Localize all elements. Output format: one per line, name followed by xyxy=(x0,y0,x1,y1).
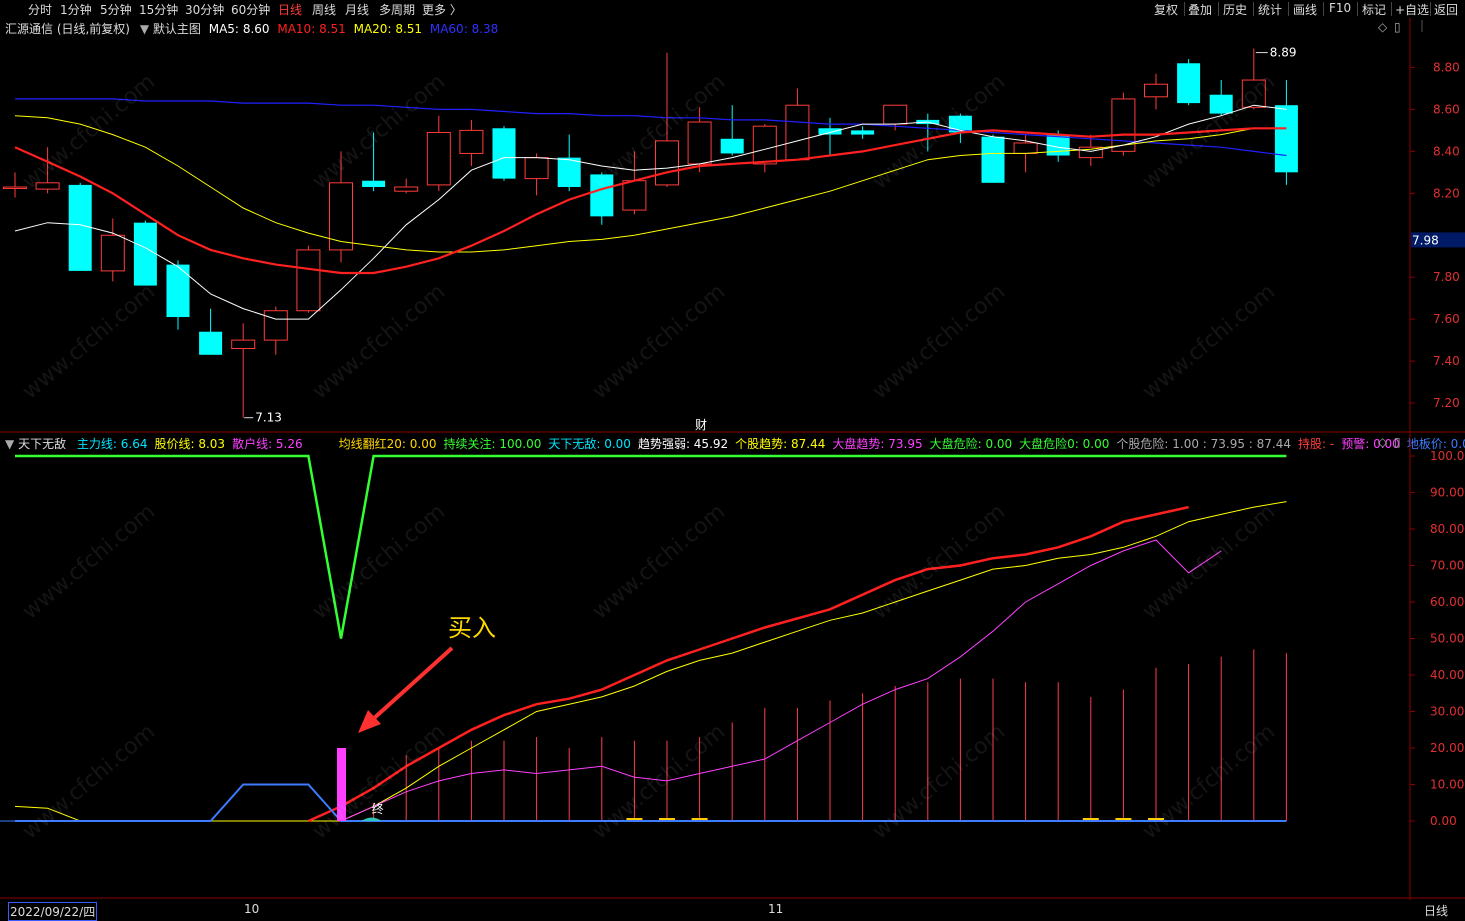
indicator-tick-label: 10.00 xyxy=(1430,778,1464,792)
high-price-label: 8.89 xyxy=(1270,46,1297,60)
watermark-text: www.cfchi.com xyxy=(18,499,160,624)
candle-body-down xyxy=(1177,63,1201,104)
watermark-text: www.cfchi.com xyxy=(588,719,730,844)
cursor-date: 2022/09/22/四 xyxy=(8,902,98,921)
diamond-icon: ◇ xyxy=(1378,20,1388,34)
candle-body-up xyxy=(100,234,125,272)
stock-chart[interactable]: 8.808.608.408.207.807.607.407.207.98100.… xyxy=(0,0,1465,920)
candle-body-up xyxy=(622,180,647,211)
month-label-11: 11 xyxy=(768,902,784,916)
price-tick-label: 8.40 xyxy=(1433,144,1460,158)
price-tick-label: 7.80 xyxy=(1433,270,1460,284)
watermark-text: www.cfchi.com xyxy=(588,499,730,624)
indicator-marks xyxy=(0,454,1287,823)
candle-body-down xyxy=(981,136,1005,183)
price-tick-label: 8.20 xyxy=(1433,186,1460,200)
date-axis-bar: 2022/09/22/四 10 11 日线 xyxy=(0,900,1465,921)
square-icon-2: ▯ xyxy=(1394,435,1401,449)
end-label: 终 xyxy=(372,801,384,816)
candle-body-up xyxy=(1013,142,1038,154)
watermark-text: www.cfchi.com xyxy=(1138,719,1280,844)
price-tick-label: 8.60 xyxy=(1433,102,1460,116)
candle-body-up xyxy=(1144,83,1168,98)
watermark-text: www.cfchi.com xyxy=(18,719,160,844)
candle-body-down xyxy=(362,180,386,188)
watermark-text: www.cfchi.com xyxy=(308,499,450,624)
indicator-tick-label: 60.00 xyxy=(1430,595,1464,609)
candle-body-up xyxy=(752,125,777,165)
end-bump xyxy=(361,817,382,821)
candle-body-up xyxy=(296,249,321,312)
watermark-text: www.cfchi.com xyxy=(18,279,160,404)
candle-body-down xyxy=(492,128,516,179)
candle-body-down xyxy=(557,157,581,188)
candle-body-up xyxy=(459,129,484,154)
green-attention-line xyxy=(15,454,1287,639)
watermark-text: www.cfchi.com xyxy=(308,719,450,844)
magenta-market-line xyxy=(340,539,1222,822)
candle-body-down xyxy=(818,128,842,135)
candle-body-up xyxy=(263,310,288,341)
indicator-tick-label: 50.00 xyxy=(1430,632,1464,646)
square-icon: ▯ xyxy=(1394,20,1401,34)
indicator-tick-label: 70.00 xyxy=(1430,559,1464,573)
low-price-label: 7.13 xyxy=(255,411,282,425)
red-trend-line xyxy=(307,505,1189,823)
candle-body-up xyxy=(883,104,908,125)
cai-marker: 财 xyxy=(695,418,707,432)
month-label-10: 10 xyxy=(244,902,260,916)
candle-body-down xyxy=(851,130,875,135)
candle-body-down xyxy=(133,222,157,286)
watermark-text: www.cfchi.com xyxy=(588,279,730,404)
watermark-text: www.cfchi.com xyxy=(1138,499,1280,624)
watermark-text: www.cfchi.com xyxy=(18,69,160,194)
price-tick-label: 7.20 xyxy=(1433,396,1460,410)
candle-body-up xyxy=(231,339,256,349)
price-tick-label: 8.80 xyxy=(1433,60,1460,74)
axes: 8.80 8.60 8.40 8.20 7.80 7.60 7.40 7.20 7.98 100.… xyxy=(1410,20,1465,828)
candle-body-up xyxy=(785,104,810,161)
candle-body-down xyxy=(68,184,92,271)
candle-body-up xyxy=(524,157,549,180)
candle-body-up xyxy=(3,186,27,190)
watermark-text: www.cfchi.com xyxy=(1138,279,1280,404)
indicator-tick-label: 100.0 xyxy=(1430,449,1464,463)
candle-body-down xyxy=(166,264,190,318)
watermark-text: www.cfchi.com xyxy=(308,279,450,404)
candle-body-down xyxy=(720,138,744,154)
watermark-text: www.cfchi.com xyxy=(868,719,1010,844)
candle-body-down xyxy=(1274,105,1298,173)
watermark-text: www.cfchi.com xyxy=(868,499,1010,624)
indicator-tick-label: 30.00 xyxy=(1430,705,1464,719)
diamond-icon-2: ◇ xyxy=(1378,435,1388,449)
indicator-tick-label: 90.00 xyxy=(1430,486,1464,500)
indicator-tick-label: 20.00 xyxy=(1430,741,1464,755)
current-price-label: 7.98 xyxy=(1412,233,1439,247)
indicator-tick-label: 0.00 xyxy=(1430,814,1457,828)
candle-body-up xyxy=(426,131,451,186)
buy-label: 买入 xyxy=(448,614,496,642)
indicator-tick-label: 40.00 xyxy=(1430,668,1464,682)
price-tick-label: 7.60 xyxy=(1433,312,1460,326)
indicator-tick-label: 80.00 xyxy=(1430,522,1464,536)
candle-body-up xyxy=(394,186,419,192)
price-tick-label: 7.40 xyxy=(1433,354,1460,368)
watermark-text: www.cfchi.com xyxy=(868,279,1010,404)
candle-body-up xyxy=(687,121,712,165)
period-label[interactable]: 日线 xyxy=(1424,902,1448,919)
buy-arrow-shaft xyxy=(370,646,454,722)
candle-body-down xyxy=(199,331,223,355)
